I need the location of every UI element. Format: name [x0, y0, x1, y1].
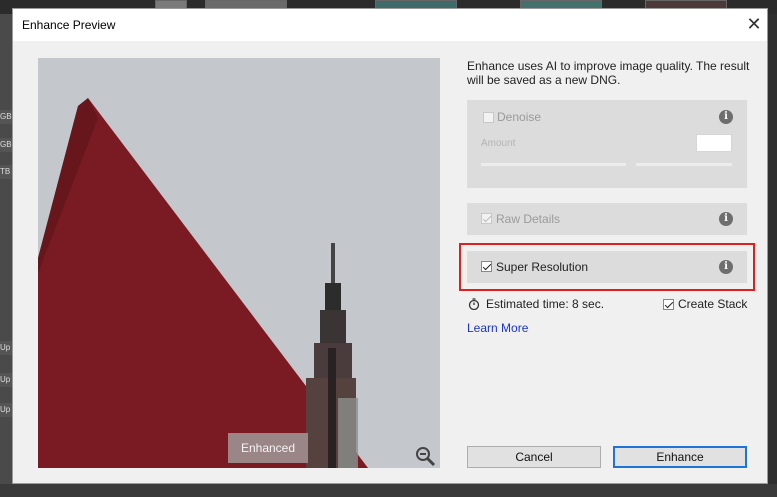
- amount-slider-track[interactable]: [481, 163, 626, 166]
- amount-input[interactable]: [696, 134, 732, 152]
- description-text: Enhance uses AI to improve image quality…: [467, 59, 750, 87]
- raw-details-checkbox[interactable]: [481, 213, 492, 224]
- estimated-time: Estimated time: 8 sec.: [486, 297, 605, 311]
- image-preview[interactable]: Enhanced: [38, 58, 440, 468]
- raw-details-info-icon[interactable]: i: [719, 212, 733, 226]
- raw-details-panel: Raw Details i: [467, 203, 747, 235]
- denoise-panel: Denoise i Amount: [467, 100, 747, 188]
- stopwatch-icon: [468, 298, 480, 310]
- highlight-box: [459, 243, 755, 291]
- zoom-out-icon[interactable]: [414, 445, 436, 467]
- title-bar: Enhance Preview ✕: [13, 9, 767, 41]
- enhance-preview-dialog: Enhance Preview ✕ Enhanced Enhance uses …: [12, 8, 768, 484]
- antenna: [331, 243, 335, 288]
- background-bottom-edge: [0, 484, 777, 497]
- dialog-title: Enhance Preview: [22, 18, 116, 32]
- cancel-button[interactable]: Cancel: [467, 446, 601, 468]
- learn-more-link[interactable]: Learn More: [467, 321, 528, 335]
- enhance-button[interactable]: Enhance: [613, 446, 747, 468]
- amount-label: Amount: [481, 138, 516, 149]
- denoise-label: Denoise: [497, 110, 542, 124]
- enhanced-overlay-label[interactable]: Enhanced: [228, 433, 308, 463]
- denoise-info-icon[interactable]: i: [719, 110, 733, 124]
- create-stack-label: Create Stack: [678, 297, 748, 311]
- preview-image: [38, 58, 440, 468]
- denoise-checkbox[interactable]: [483, 112, 494, 123]
- background-right-edge: [767, 14, 777, 497]
- amount-slider-track[interactable]: [636, 163, 732, 166]
- raw-details-label: Raw Details: [496, 212, 561, 226]
- create-stack-checkbox[interactable]: [663, 299, 674, 310]
- close-icon[interactable]: ✕: [743, 13, 765, 35]
